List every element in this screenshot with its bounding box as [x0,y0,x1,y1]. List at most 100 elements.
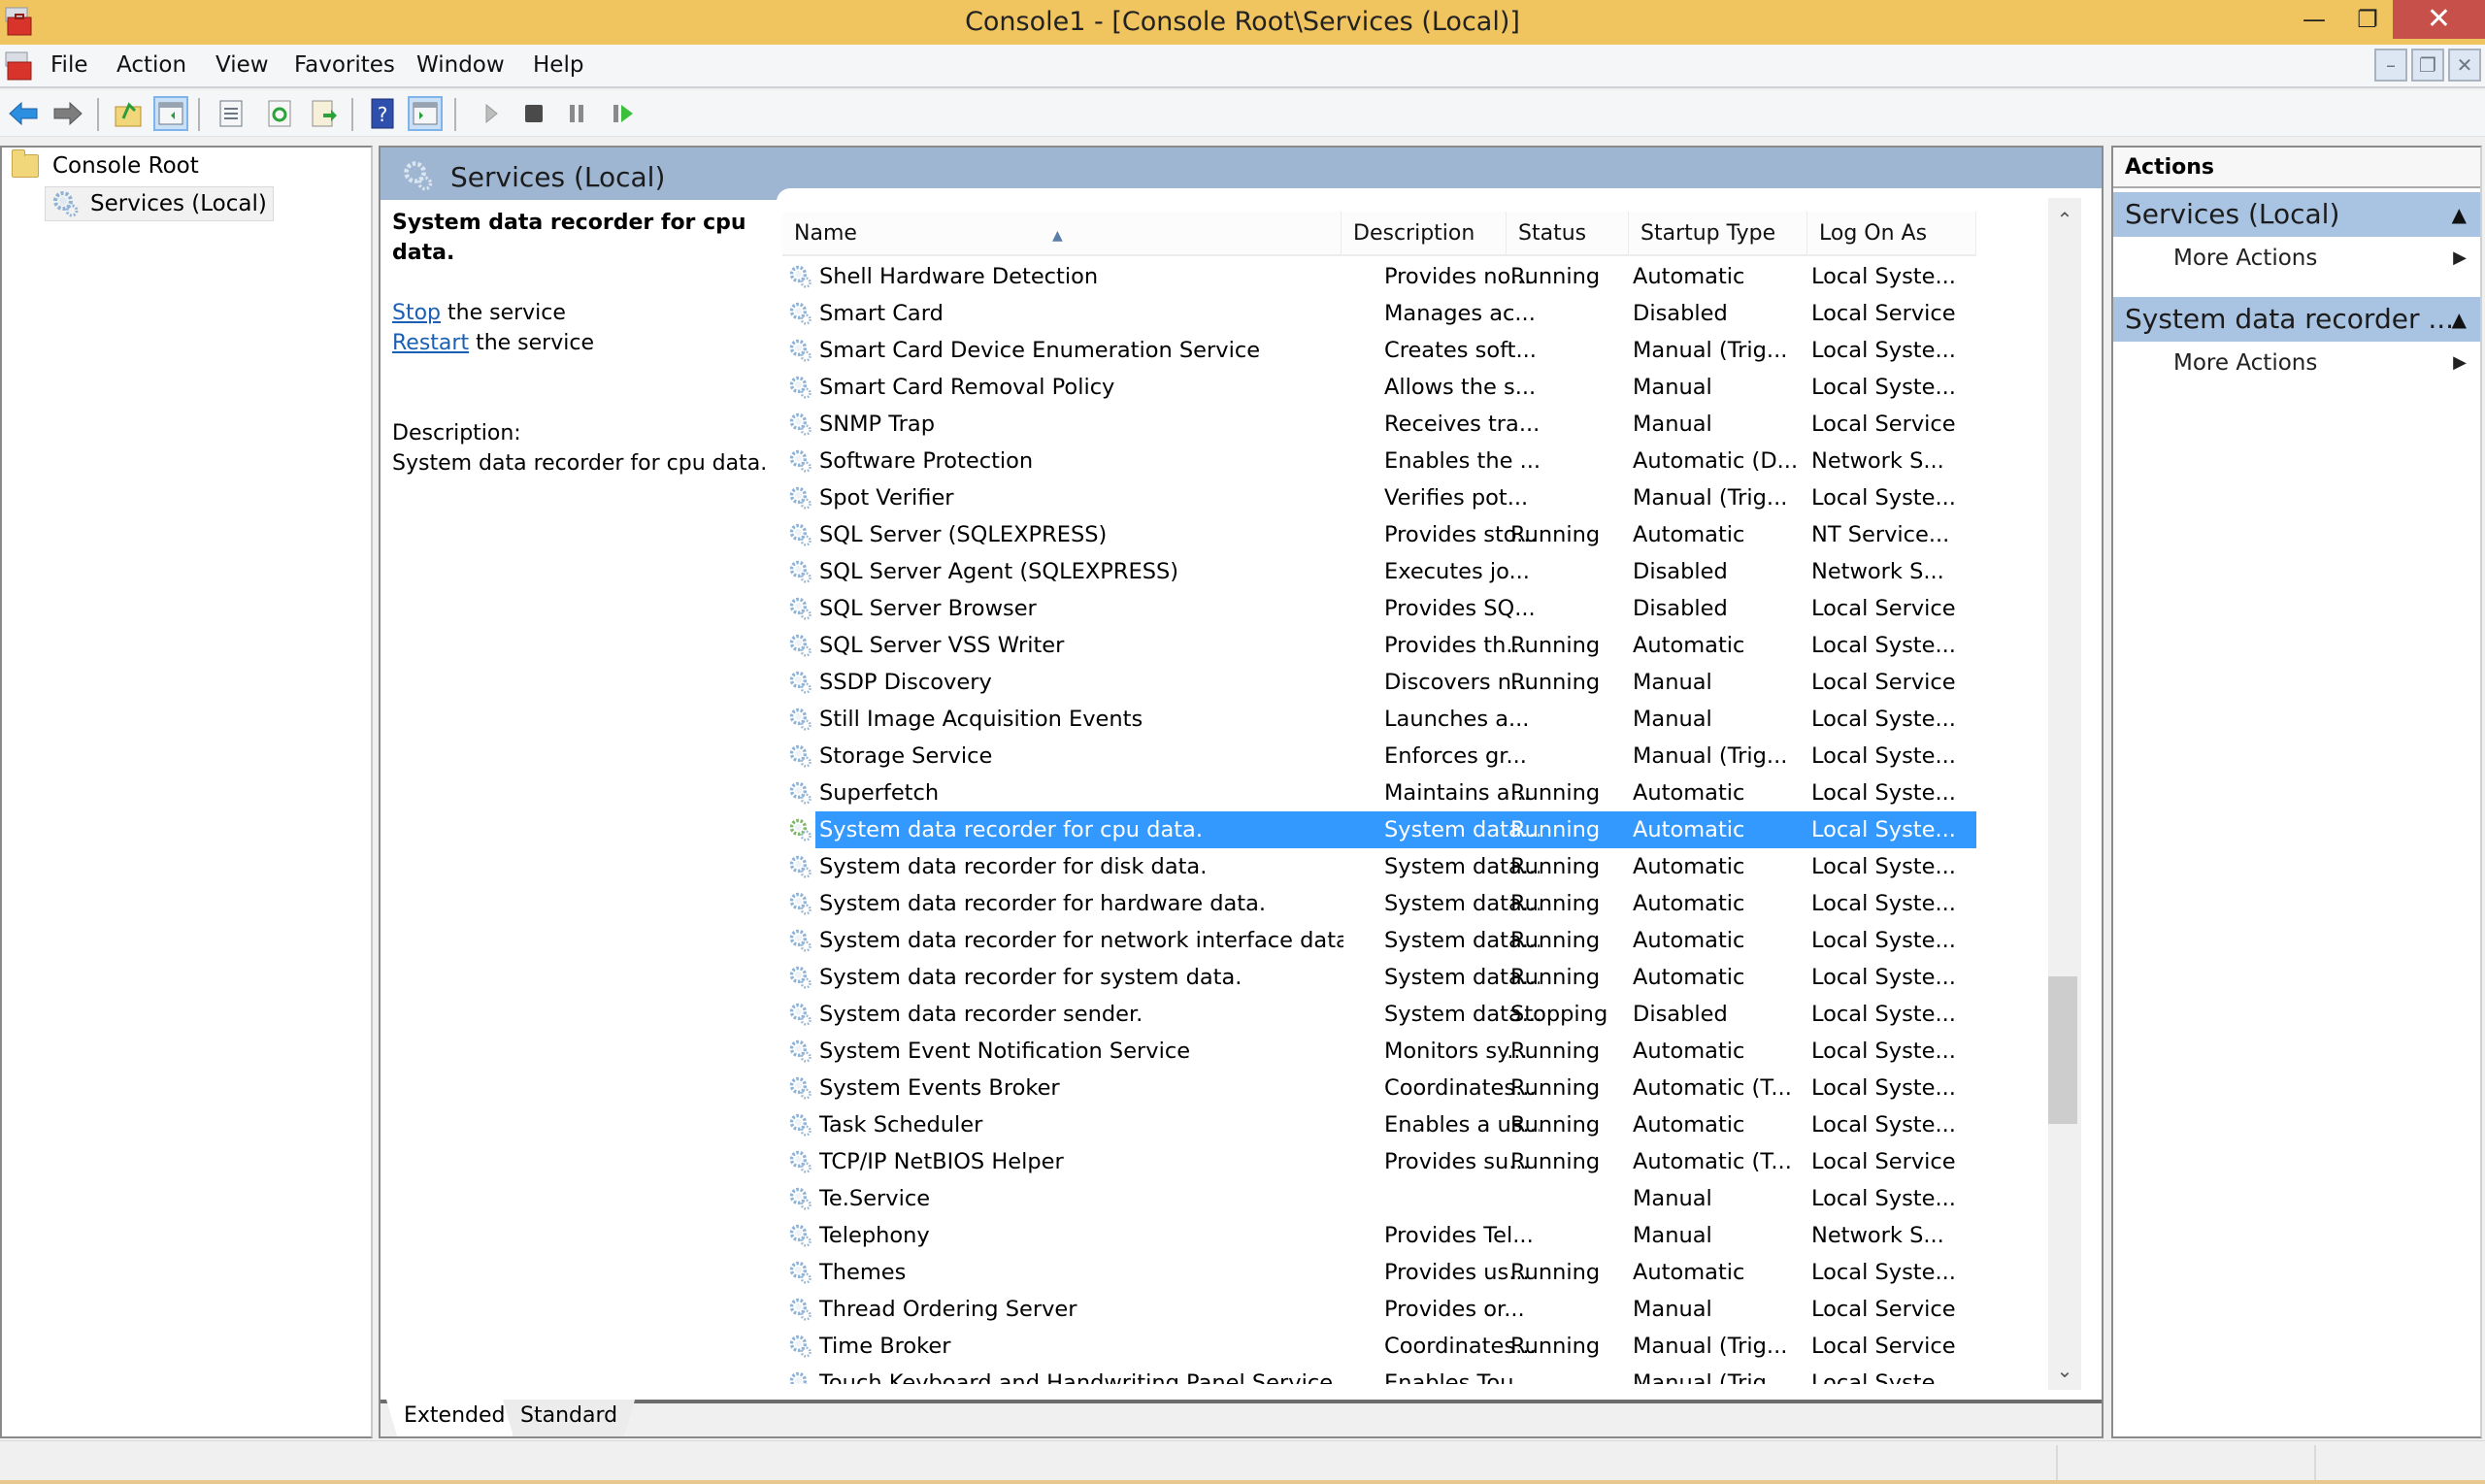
service-row[interactable]: Superfetch Maintains a... Running Automa… [782,775,1976,811]
service-row[interactable]: Still Image Acquisition Events Launches … [782,701,1976,738]
column-header-status[interactable]: Status [1507,212,1629,256]
mdi-minimize-button[interactable]: – [2374,49,2407,82]
show-hide-console-tree-button[interactable] [153,96,188,131]
service-startup-type: Disabled [1633,301,1728,326]
service-row[interactable]: Time Broker Coordinates... Running Manua… [782,1328,1976,1365]
menu-favorites[interactable]: Favorites [294,52,395,78]
column-header-name[interactable]: Name ▲ [782,212,1342,256]
service-log-on-as: Local Service [1811,1297,1956,1322]
collapse-up-icon[interactable]: ▲ [2452,192,2467,237]
actions-pane: Actions Services (Local) ▲ More Actions … [2111,146,2482,1438]
restart-service-link[interactable]: Restart [392,331,469,355]
service-row[interactable]: Software Protection Enables the ... Auto… [782,443,1976,479]
forward-button[interactable] [50,96,85,131]
service-name: System Events Broker [819,1075,1060,1101]
menu-file[interactable]: File [50,52,88,78]
service-row-selected[interactable]: System data recorder for cpu data. Syste… [782,811,1976,848]
service-row[interactable]: Themes Provides us... Running Automatic … [782,1254,1976,1291]
service-name: Touch Keyboard and Handwriting Panel Ser… [819,1370,1334,1384]
pause-service-button[interactable] [559,96,594,131]
column-header-description[interactable]: Description [1342,212,1507,256]
service-row[interactable]: System data recorder for hardware data. … [782,885,1976,922]
refresh-button[interactable] [262,96,297,131]
service-row[interactable]: Spot Verifier Verifies pot... Manual (Tr… [782,479,1976,516]
console-document-icon[interactable] [4,50,33,82]
service-startup-type: Disabled [1633,559,1728,584]
mdi-close-button[interactable]: ✕ [2448,49,2481,82]
action-group-services-local[interactable]: Services (Local) ▲ [2113,192,2480,237]
menu-window[interactable]: Window [416,52,505,78]
service-row[interactable]: SNMP Trap Receives tra... Manual Local S… [782,406,1976,443]
title-bar: Console1 - [Console Root\Services (Local… [0,0,2485,45]
column-header-startup-type[interactable]: Startup Type [1629,212,1807,256]
collapse-up-icon[interactable]: ▲ [2452,297,2467,342]
service-row[interactable]: SQL Server (SQLEXPRESS) Provides sto... … [782,516,1976,553]
more-actions-services-local[interactable]: More Actions ▶ [2113,239,2480,278]
menu-action[interactable]: Action [116,52,186,78]
menu-help[interactable]: Help [533,52,583,78]
service-row[interactable]: SQL Server VSS Writer Provides th... Run… [782,627,1976,664]
service-row[interactable]: Te.Service Manual Local Syste... [782,1180,1976,1217]
service-status: Running [1510,264,1601,289]
properties-button[interactable] [214,96,248,131]
service-row[interactable]: Touch Keyboard and Handwriting Panel Ser… [782,1365,1976,1384]
service-startup-type: Automatic [1633,522,1745,547]
service-startup-type: Automatic (D... [1633,448,1799,474]
service-row[interactable]: System data recorder for network interfa… [782,922,1976,959]
up-one-level-button[interactable] [111,96,146,131]
restart-service-button[interactable] [606,96,641,131]
tree-item-services-local[interactable]: Services (Local) [45,186,274,221]
service-gear-icon [789,1003,812,1026]
more-actions-selected-service[interactable]: More Actions ▶ [2113,344,2480,382]
scrollbar-thumb[interactable] [2048,976,2077,1124]
service-row[interactable]: System data recorder for system data. Sy… [782,959,1976,996]
service-status: Running [1510,817,1601,842]
help-button[interactable]: ? [365,96,400,131]
back-button[interactable] [6,96,41,131]
menu-view[interactable]: View [215,52,269,78]
tree-item-console-root[interactable]: Console Root [12,149,199,179]
tab-standard[interactable]: Standard [503,1400,636,1436]
service-status [1510,1291,1627,1328]
tab-extended[interactable]: Extended [386,1400,523,1436]
scroll-up-icon[interactable]: ⌃ [2048,208,2081,231]
console-tree-icon [158,102,183,125]
service-row[interactable]: Telephony Provides Tel... Manual Network… [782,1217,1976,1254]
service-row[interactable]: Shell Hardware Detection Provides no... … [782,258,1976,295]
start-service-button[interactable] [474,96,509,131]
service-row[interactable]: System data recorder sender. System data… [782,996,1976,1033]
service-row[interactable]: SSDP Discovery Discovers n... Running Ma… [782,664,1976,701]
service-status [1510,701,1627,738]
service-row[interactable]: Smart Card Removal Policy Allows the s..… [782,369,1976,406]
vertical-scrollbar[interactable]: ⌃ ⌄ [2048,198,2081,1390]
service-row[interactable]: Smart Card Device Enumeration Service Cr… [782,332,1976,369]
refresh-icon [268,100,291,127]
service-log-on-as: Local Service [1811,1149,1956,1174]
service-rows: Shell Hardware Detection Provides no... … [782,258,1976,1384]
mdi-restore-button[interactable]: ❐ [2411,49,2444,82]
console-tree-pane: Console Root Services (Local) [0,146,373,1438]
stop-service-button[interactable] [516,96,551,131]
minimize-button[interactable]: — [2286,0,2342,39]
service-row[interactable]: Task Scheduler Enables a us... Running A… [782,1106,1976,1143]
action-group-selected-service[interactable]: System data recorder ... ▲ [2113,297,2480,342]
service-row[interactable]: SQL Server Agent (SQLEXPRESS) Executes j… [782,553,1976,590]
close-button[interactable]: ✕ [2393,0,2485,39]
service-row[interactable]: Smart Card Manages ac... Disabled Local … [782,295,1976,332]
export-list-button[interactable] [307,96,342,131]
service-row[interactable]: System Event Notification Service Monito… [782,1033,1976,1070]
service-status: Running [1510,780,1601,806]
view-tabs: Extended Standard [381,1400,2102,1436]
service-row[interactable]: SQL Server Browser Provides SQ... Disabl… [782,590,1976,627]
column-header-log-on-as[interactable]: Log On As [1807,212,1976,256]
service-row[interactable]: System Events Broker Coordinates... Runn… [782,1070,1976,1106]
service-startup-type: Automatic [1633,633,1745,658]
show-hide-action-pane-button[interactable] [408,96,443,131]
stop-service-link[interactable]: Stop [392,301,441,325]
service-row[interactable]: System data recorder for disk data. Syst… [782,848,1976,885]
maximize-button[interactable]: ❐ [2339,0,2396,39]
service-row[interactable]: Storage Service Enforces gr... Manual (T… [782,738,1976,775]
service-row[interactable]: Thread Ordering Server Provides or... Ma… [782,1291,1976,1328]
service-row[interactable]: TCP/IP NetBIOS Helper Provides su... Run… [782,1143,1976,1180]
scroll-down-icon[interactable]: ⌄ [2048,1359,2081,1382]
